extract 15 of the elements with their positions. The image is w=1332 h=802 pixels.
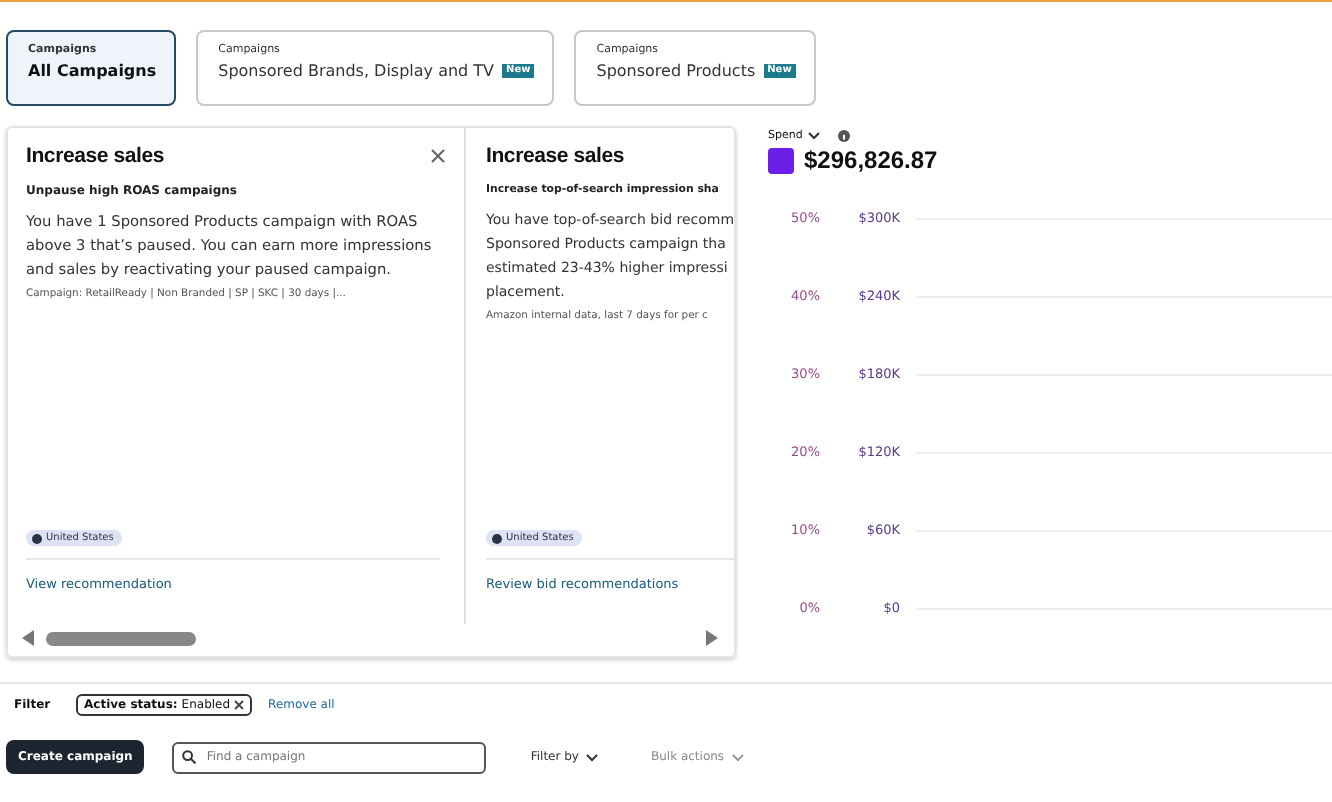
metric-value: $296,826.87	[804, 146, 938, 174]
close-icon[interactable]	[430, 148, 446, 164]
scrollbar-thumb[interactable]	[46, 631, 196, 645]
left-arrow-icon[interactable]	[22, 630, 34, 646]
chevron-down-icon	[586, 753, 599, 761]
chevron-down-icon	[808, 132, 821, 140]
tab-title: All Campaigns	[28, 62, 157, 80]
card-title: Increase sales	[26, 144, 165, 168]
chevron-down-icon	[732, 753, 745, 761]
right-arrow-icon[interactable]	[706, 630, 718, 646]
close-icon	[234, 700, 245, 710]
tab-title: Sponsored Products	[596, 62, 756, 80]
tab-title: Sponsored Brands, Display and TV	[218, 62, 495, 80]
info-icon	[838, 130, 851, 142]
card-title: Increase sales	[486, 144, 625, 168]
